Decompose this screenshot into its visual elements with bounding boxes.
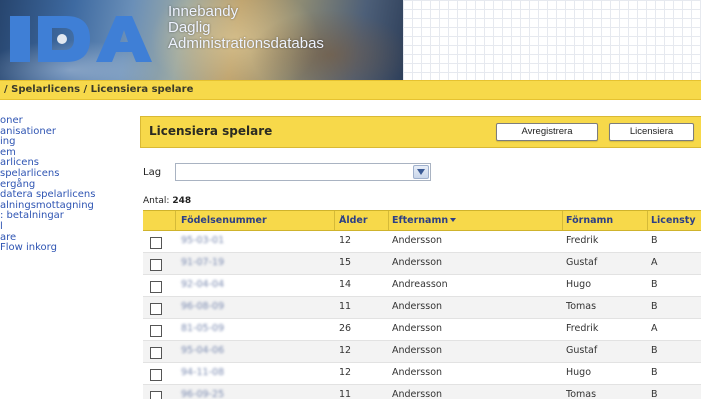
cell-birth-number: 81-05-09 [181, 323, 225, 334]
cell-first-name: Hugo [566, 367, 592, 378]
banner-title-line: Administrationsdatabas [168, 35, 324, 52]
cell-license-type: B [651, 367, 658, 378]
row-checkbox[interactable] [150, 259, 162, 271]
sidebar-item[interactable]: l [0, 221, 140, 233]
sidebar-item[interactable]: ing [0, 137, 140, 148]
cell-birth-number: 96-09-25 [181, 389, 225, 399]
row-checkbox[interactable] [150, 281, 162, 293]
cell-age: 11 [339, 301, 352, 312]
team-label: Lag [143, 167, 162, 178]
column-header-last-name-label: Efternamn [392, 215, 449, 226]
result-count: Antal: 248 [143, 196, 191, 206]
table-header: Födelsenummer Ålder Efternamn Förnamn Li… [143, 210, 701, 231]
row-checkbox[interactable] [150, 369, 162, 381]
cell-birth-number: 94-11-08 [181, 367, 225, 378]
cell-birth-number: 95-03-01 [181, 235, 225, 246]
sidebar-item[interactable]: spelarlicens [0, 168, 140, 180]
cell-age: 26 [339, 323, 352, 334]
cell-first-name: Tomas [566, 301, 597, 312]
sidebar-nav: oner anisationer ing em arlicens spelarl… [0, 115, 140, 254]
panel-header: Licensiera spelare Avregistrera Licensie… [140, 116, 701, 148]
banner-title-line: Daglig [168, 19, 211, 36]
banner-title-line: Innebandy [168, 3, 239, 20]
cell-last-name: Andersson [392, 389, 443, 399]
table-row: 95-03-01 12 Andersson Fredrik B [143, 231, 701, 253]
cell-age: 12 [339, 367, 352, 378]
table-row: 96-08-09 11 Andersson Tomas B [143, 297, 701, 319]
count-value: 248 [172, 196, 192, 206]
team-select[interactable] [175, 163, 431, 181]
license-button[interactable]: Licensiera [609, 123, 694, 141]
cell-age: 15 [339, 257, 352, 268]
cell-last-name: Andersson [392, 367, 443, 378]
page-title: Licensiera spelare [149, 124, 273, 138]
table-row: 81-05-09 26 Andersson Fredrik A [143, 319, 701, 341]
sort-desc-icon [450, 218, 457, 222]
table-row: 91-07-19 15 Andersson Gustaf A [143, 253, 701, 275]
column-header-birth-number[interactable]: Födelsenummer [181, 215, 331, 226]
cell-first-name: Hugo [566, 279, 592, 290]
column-header-age[interactable]: Ålder [339, 215, 389, 226]
cell-last-name: Andersson [392, 257, 443, 268]
players-table: Födelsenummer Ålder Efternamn Förnamn Li… [143, 210, 701, 399]
banner-title: Innebandy Daglig Administrationsdatabas [168, 4, 324, 52]
header-banner: Innebandy Daglig Administrationsdatabas [0, 0, 701, 80]
table-body: 95-03-01 12 Andersson Fredrik B 91-07-19… [143, 231, 701, 399]
cell-license-type: B [651, 301, 658, 312]
select-arrow[interactable] [413, 165, 429, 179]
sidebar-item[interactable]: Flow inkorg [0, 243, 140, 254]
table-row: 95-04-06 12 Andersson Gustaf B [143, 341, 701, 363]
sidebar-item[interactable]: : betalningar [0, 211, 140, 222]
cell-first-name: Fredrik [566, 323, 599, 334]
cell-license-type: B [651, 345, 658, 356]
row-checkbox[interactable] [150, 347, 162, 359]
row-checkbox[interactable] [150, 391, 162, 399]
count-label: Antal: [143, 196, 170, 206]
cell-birth-number: 91-07-19 [181, 257, 225, 268]
chevron-down-icon [417, 169, 425, 175]
column-header-license-type[interactable]: Licensty [651, 215, 701, 226]
table-row: 92-04-04 14 Andreasson Hugo B [143, 275, 701, 297]
cell-birth-number: 95-04-06 [181, 345, 225, 356]
cell-first-name: Fredrik [566, 235, 599, 246]
cell-license-type: B [651, 279, 658, 290]
sidebar-item[interactable]: anisationer [0, 126, 140, 138]
cell-age: 11 [339, 389, 352, 399]
table-row: 94-11-08 12 Andersson Hugo B [143, 363, 701, 385]
cell-age: 14 [339, 279, 352, 290]
cell-license-type: B [651, 235, 658, 246]
banner-grid-pattern [403, 0, 701, 80]
cell-license-type: A [651, 323, 658, 334]
cell-last-name: Andersson [392, 301, 443, 312]
cell-age: 12 [339, 345, 352, 356]
cell-first-name: Gustaf [566, 345, 598, 356]
row-checkbox[interactable] [150, 237, 162, 249]
table-row: 96-09-25 11 Andersson Tomas B [143, 385, 701, 399]
breadcrumb[interactable]: / Spelarlicens / Licensiera spelare [4, 84, 193, 95]
deregister-button[interactable]: Avregistrera [496, 123, 598, 141]
ida-logo [10, 16, 152, 62]
cell-age: 12 [339, 235, 352, 246]
cell-last-name: Andersson [392, 345, 443, 356]
cell-birth-number: 92-04-04 [181, 279, 225, 290]
cell-license-type: B [651, 389, 658, 399]
cell-birth-number: 96-08-09 [181, 301, 225, 312]
cell-last-name: Andersson [392, 323, 443, 334]
cell-last-name: Andreasson [392, 279, 448, 290]
column-header-last-name[interactable]: Efternamn [392, 215, 562, 226]
sidebar-item[interactable]: oner [0, 115, 140, 127]
cell-first-name: Gustaf [566, 257, 598, 268]
column-header-first-name[interactable]: Förnamn [566, 215, 646, 226]
cell-license-type: A [651, 257, 658, 268]
banner-image: Innebandy Daglig Administrationsdatabas [0, 0, 403, 80]
cell-last-name: Andersson [392, 235, 443, 246]
breadcrumb-bar: / Spelarlicens / Licensiera spelare [0, 80, 701, 100]
cell-first-name: Tomas [566, 389, 597, 399]
row-checkbox[interactable] [150, 325, 162, 337]
row-checkbox[interactable] [150, 303, 162, 315]
